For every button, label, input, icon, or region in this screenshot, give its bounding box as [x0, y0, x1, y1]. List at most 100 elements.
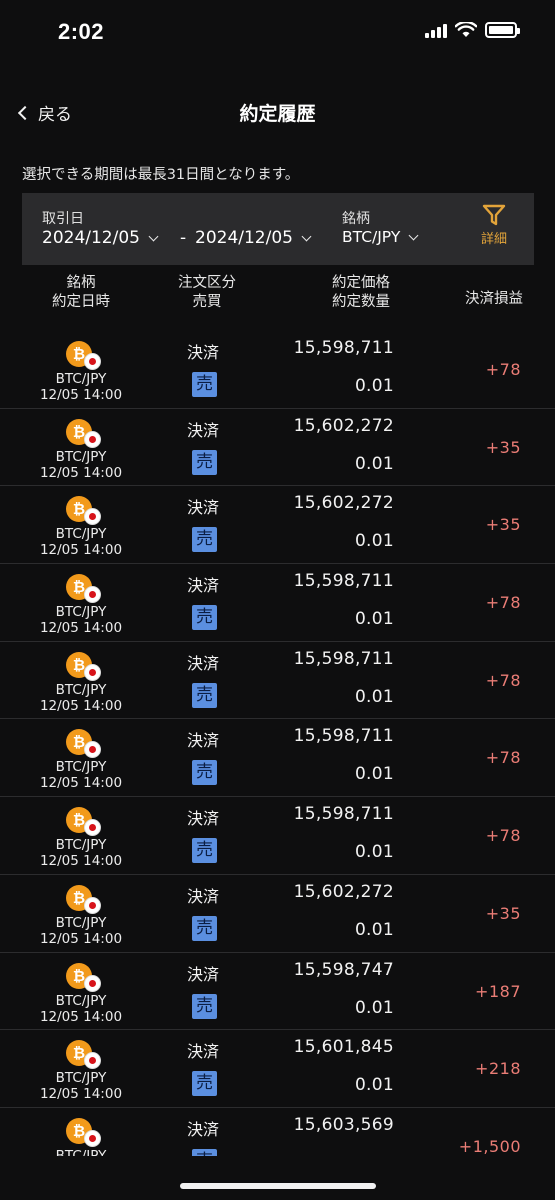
row-pair: BTC/JPY: [55, 681, 107, 698]
row-pair: BTC/JPY: [55, 1070, 107, 1087]
execution-row[interactable]: ₿ BTC/JPY 12/05 14:00 決済 売 15,598,711 0.…: [0, 642, 555, 720]
coin-icon-group: ₿: [66, 341, 103, 373]
row-side-badge: 売: [192, 527, 217, 553]
execution-row[interactable]: ₿ BTC/JPY 12/05 14:00 決済 売 15,598,711 0.…: [0, 564, 555, 642]
funnel-icon: [482, 204, 506, 226]
row-price: 15,598,711: [293, 648, 394, 669]
row-quantity: 0.01: [354, 376, 394, 396]
execution-row[interactable]: ₿ BTC/JPY 12/05 14:00 決済 売 15,598,711 0.…: [0, 797, 555, 875]
cellular-signal-icon: [425, 23, 447, 38]
row-quantity: 0.01: [354, 609, 394, 630]
row-datetime: 12/05 14:00: [39, 464, 123, 481]
row-pair: BTC/JPY: [55, 759, 107, 776]
row-datetime: 12/05 14:00: [39, 387, 123, 403]
row-quantity: 0.01: [354, 842, 394, 863]
execution-row[interactable]: ₿ BTC/JPY 12/05 14:00 決済 売 15,601,845 0.…: [0, 1030, 555, 1108]
row-price: 15,602,272: [293, 415, 394, 436]
header-symbol-datetime: 銘柄 約定日時: [52, 275, 110, 310]
row-datetime: 12/05 14:00: [39, 1086, 123, 1103]
row-price: 15,598,711: [293, 571, 394, 592]
wifi-icon: [455, 22, 477, 37]
japan-flag-icon: [84, 1129, 101, 1147]
execution-row[interactable]: ₿ BTC/JPY 12/05 14:00 決済 売 15,602,272 0.…: [0, 409, 555, 487]
row-order-type: 決済: [186, 731, 219, 751]
japan-flag-icon: [84, 586, 101, 604]
japan-flag-icon: [84, 508, 101, 526]
chevron-down-icon: [148, 231, 159, 241]
row-order-type: 決済: [186, 653, 219, 673]
coin-icon-group: ₿: [66, 729, 103, 761]
symbol-label: 銘柄: [342, 211, 370, 227]
row-side-badge: 売: [192, 838, 217, 864]
execution-row[interactable]: ₿ BTC/JPY 12/05 14:00 決済 売 15,598,711 0.…: [0, 331, 555, 409]
row-price: 15,598,711: [293, 338, 394, 358]
row-quantity: 0.01: [354, 1075, 394, 1096]
date-to-select[interactable]: 2024/12/05: [195, 228, 312, 248]
row-order-type: 決済: [186, 809, 219, 829]
row-side-badge: 売: [192, 449, 217, 475]
row-order-type: 決済: [186, 498, 219, 518]
row-order-type: 決済: [186, 576, 219, 596]
status-time: 2:02: [58, 19, 105, 44]
row-side-badge: 売: [192, 760, 217, 786]
date-separator: -: [180, 228, 187, 248]
chevron-down-icon: [408, 230, 419, 240]
date-label: 取引日: [42, 211, 84, 227]
coin-icon-group: ₿: [66, 496, 103, 528]
header-pnl: 決済損益: [465, 291, 523, 307]
row-pnl: +78: [485, 360, 521, 379]
row-quantity: 0.01: [354, 686, 394, 707]
row-pnl: +218: [475, 1059, 521, 1079]
japan-flag-icon: [84, 896, 101, 914]
row-quantity: 0.01: [354, 919, 394, 940]
row-pnl: +78: [485, 748, 521, 768]
row-datetime: 12/05 14:00: [39, 853, 123, 870]
row-pair: BTC/JPY: [55, 448, 107, 465]
period-notice: 選択できる期間は最長31日間となります。: [22, 167, 300, 183]
home-indicator[interactable]: [180, 1183, 376, 1189]
execution-row[interactable]: ₿ BTC/JPY 12/05 14:00 決済 売 15,598,711 0.…: [0, 719, 555, 798]
chevron-down-icon: [301, 231, 312, 241]
row-order-type: 決済: [186, 886, 219, 906]
row-order-type: 決済: [186, 343, 219, 362]
row-side-badge: 売: [192, 1148, 217, 1156]
date-to-value: 2024/12/05: [195, 228, 293, 248]
date-from-select[interactable]: 2024/12/05: [42, 228, 159, 248]
row-pair: BTC/JPY: [55, 526, 107, 543]
symbol-select[interactable]: BTC/JPY: [342, 228, 419, 246]
row-price: 15,598,747: [293, 959, 394, 980]
coin-icon-group: ₿: [66, 962, 103, 995]
row-quantity: 0.01: [354, 764, 394, 785]
row-datetime: 12/05 14:00: [39, 930, 123, 947]
row-pair: BTC/JPY: [55, 914, 107, 931]
row-side-badge: 売: [192, 1071, 217, 1097]
coin-icon-group: ₿: [66, 418, 103, 451]
japan-flag-icon: [84, 741, 101, 759]
row-pnl: +35: [485, 437, 521, 457]
japan-flag-icon: [84, 1052, 101, 1070]
row-datetime: 12/05 14:00: [39, 542, 123, 559]
row-order-type: 決済: [186, 964, 219, 984]
detail-filter-button[interactable]: 詳細: [474, 204, 514, 247]
row-side-badge: 売: [192, 372, 217, 397]
column-headers: 銘柄 約定日時 注文区分 売買 約定価格 約定数量 決済損益: [0, 274, 555, 330]
symbol-value: BTC/JPY: [342, 228, 401, 246]
row-pnl: +35: [485, 903, 521, 923]
row-pair: BTC/JPY: [55, 371, 107, 387]
execution-row[interactable]: ₿ BTC/JPY 12/05 14:00 決済 売 15,602,272 0.…: [0, 875, 555, 953]
bottom-area: [0, 1156, 555, 1200]
execution-row[interactable]: ₿ BTC/JPY 決済 売 15,603,569 +1,500: [0, 1108, 555, 1156]
row-side-badge: 売: [192, 993, 217, 1019]
execution-row[interactable]: ₿ BTC/JPY 12/05 14:00 決済 売 15,598,747 0.…: [0, 953, 555, 1031]
status-bar: 2:02: [0, 0, 555, 64]
row-quantity: 0.01: [354, 997, 394, 1018]
nav-bar: 戻る 約定履歴: [0, 88, 555, 136]
coin-icon-group: ₿: [66, 574, 103, 606]
filter-bar: 取引日 2024/12/05 - 2024/12/05 銘柄 BTC/JPY 詳…: [22, 193, 534, 265]
status-icons: [425, 22, 520, 38]
execution-row[interactable]: ₿ BTC/JPY 12/05 14:00 決済 売 15,602,272 0.…: [0, 486, 555, 565]
row-pnl: +1,500: [458, 1136, 521, 1156]
coin-icon-group: ₿: [66, 807, 103, 839]
row-order-type: 決済: [186, 1119, 219, 1139]
japan-flag-icon: [84, 974, 101, 992]
